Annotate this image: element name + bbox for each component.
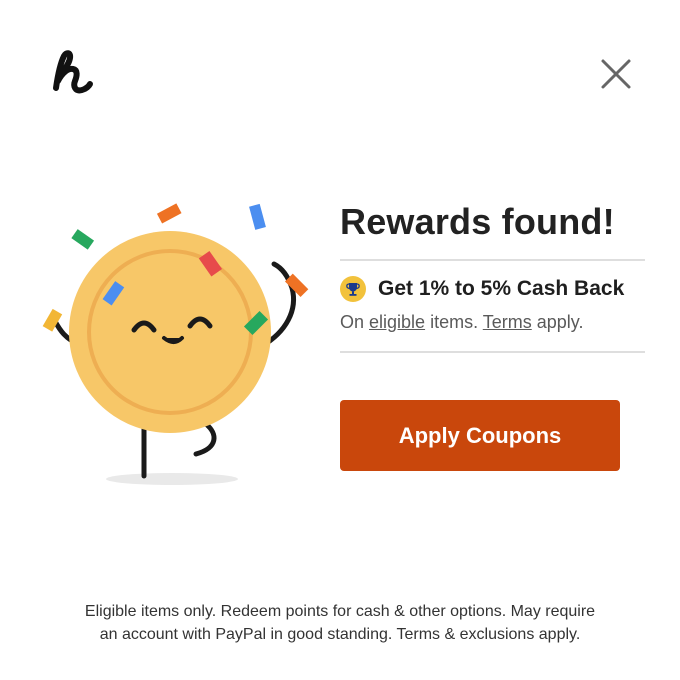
divider: [340, 259, 645, 261]
eligibility-prefix: On: [340, 312, 370, 332]
footer-disclaimer: Eligible items only. Redeem points for c…: [30, 600, 650, 646]
eligibility-middle: items.: [425, 312, 483, 332]
terms-link[interactable]: Terms: [483, 312, 532, 332]
divider: [340, 351, 645, 353]
honey-h-logo-icon: [53, 50, 93, 94]
eligibility-suffix: apply.: [531, 312, 584, 332]
rewards-title: Rewards found!: [340, 201, 615, 242]
coin-mascot-illustration: [42, 203, 309, 485]
cashback-text: Get 1% to 5% Cash Back: [378, 277, 625, 300]
close-icon[interactable]: [600, 58, 632, 90]
disclaimer-line-2: an account with PayPal in good standing.…: [99, 626, 581, 643]
eligible-link[interactable]: eligible: [369, 312, 425, 332]
cashback-row: Get 1% to 5% Cash Back: [340, 276, 645, 302]
eligibility-note: On eligible items. Terms apply.: [340, 312, 645, 333]
disclaimer-line-1: Eligible items only. Redeem points for c…: [84, 603, 596, 620]
trophy-icon: [340, 276, 366, 302]
rewards-panel: Rewards found! Get 1% to 5% Cash Back On…: [340, 200, 645, 353]
apply-coupons-button[interactable]: Apply Coupons: [340, 400, 620, 471]
